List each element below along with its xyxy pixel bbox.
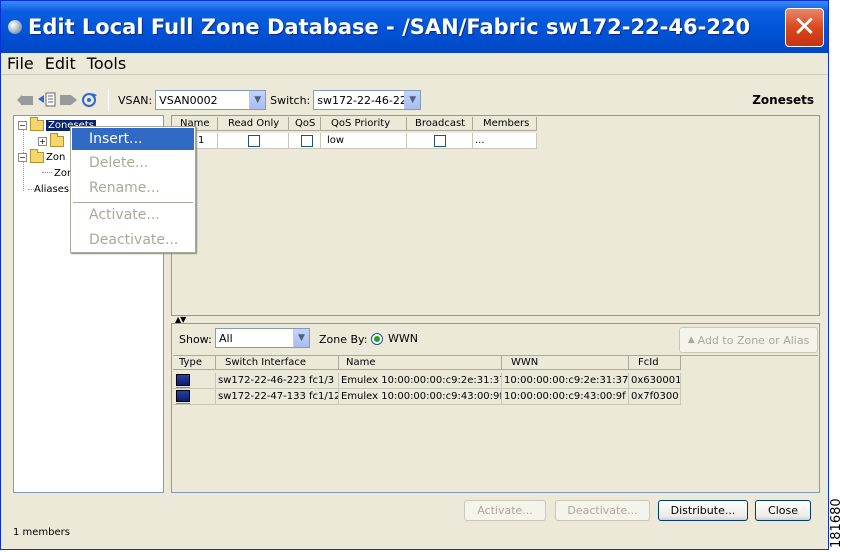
member-panel: Show: All ▼ Zone By: WWN ▲ Add to Zone o…	[171, 323, 820, 493]
cell-switch-interface[interactable]: sw172-22-47-133 fc1/12	[216, 389, 339, 405]
toolbar: VSAN: VSAN0002 ▼ Switch: sw172-22-46-220…	[1, 87, 828, 113]
tree-label-zones[interactable]: Zon	[46, 152, 65, 163]
folder-icon	[30, 148, 44, 163]
close-window-button[interactable]: ✕	[785, 8, 824, 47]
show-label: Show:	[179, 333, 212, 346]
refresh-icon[interactable]	[80, 92, 98, 108]
collapse-icon[interactable]: −	[18, 120, 27, 130]
window-title: Edit Local Full Zone Database - /SAN/Fab…	[28, 15, 751, 39]
vsan-select[interactable]: VSAN0002 ▼	[155, 90, 267, 110]
menu-separator	[73, 202, 193, 203]
back-icon[interactable]	[17, 92, 35, 108]
read-only-checkbox[interactable]	[248, 134, 260, 147]
show-select-value: All	[219, 331, 233, 345]
menu-tools[interactable]: Tools	[81, 54, 131, 73]
section-title: Zonesets	[752, 93, 814, 107]
cell-fcid[interactable]: 0x630001	[629, 373, 681, 389]
table-row[interactable]: sw172-22-47-133 fc1/12 Emulex 10:00:00:0…	[173, 389, 681, 405]
qos-checkbox[interactable]	[301, 134, 313, 147]
distribute-button[interactable]: Distribute...	[658, 500, 748, 521]
table-row[interactable]: sw172-22-46-223 fc1/3 Emulex 10:00:00:00…	[173, 373, 681, 389]
device-icon	[176, 390, 190, 404]
menu-edit[interactable]: Edit	[39, 54, 81, 73]
cell-name[interactable]: Emulex 10:00:00:00:c9:43:00:9f	[339, 389, 502, 405]
broadcast-checkbox[interactable]	[434, 134, 446, 147]
cell-wwn[interactable]: 10:00:00:00:c9:43:00:9f	[502, 389, 629, 405]
cell-read-only[interactable]	[218, 133, 289, 149]
cell-broadcast[interactable]	[407, 133, 473, 149]
device-icon	[176, 374, 190, 388]
member-table: Type Switch Interface Name WWN FcId sw17…	[173, 355, 818, 491]
vsan-select-value: VSAN0002	[159, 93, 218, 107]
folder-icon	[50, 132, 64, 147]
zone-by-label: Zone By:	[319, 333, 368, 346]
column-header-read-only[interactable]: Read Only	[218, 117, 289, 131]
menu-item-deactivate[interactable]: Deactivate...	[72, 229, 194, 251]
zoneset-table: Name Read Only QoS QoS Priority Broadcas…	[171, 115, 820, 316]
zone-by-wwn-label: WWN	[388, 332, 418, 345]
collapse-icon[interactable]: −	[18, 152, 27, 162]
deactivate-button[interactable]: Deactivate...	[555, 500, 650, 521]
column-header-members[interactable]: Members	[473, 117, 537, 131]
menu-item-rename[interactable]: Rename...	[72, 177, 194, 199]
vsan-label: VSAN:	[118, 93, 153, 107]
chevron-down-icon[interactable]: ▼	[404, 91, 421, 109]
cell-qos-priority[interactable]: low	[321, 133, 407, 149]
title-bar[interactable]: Edit Local Full Zone Database - /SAN/Fab…	[1, 1, 828, 53]
cell-fcid[interactable]: 0x7f0300	[629, 389, 681, 405]
chevron-down-icon[interactable]: ▼	[249, 91, 266, 109]
column-header-broadcast[interactable]: Broadcast	[407, 117, 473, 131]
switch-select[interactable]: sw172-22-46-220 ▼	[313, 90, 422, 110]
zoneset-table-header: Name Read Only QoS QoS Priority Broadcas…	[172, 117, 537, 131]
context-menu: Insert... Delete... Rename... Activate..…	[70, 126, 196, 253]
column-header-fcid[interactable]: FcId	[629, 356, 681, 370]
radio-selected-icon[interactable]	[371, 332, 383, 345]
zone-database-window: Edit Local Full Zone Database - /SAN/Fab…	[0, 0, 829, 550]
figure-number: 181680	[829, 498, 844, 548]
add-to-zone-button[interactable]: ▲ Add to Zone or Alias	[679, 327, 818, 353]
expand-icon[interactable]: +	[38, 136, 47, 146]
menu-item-insert[interactable]: Insert...	[72, 128, 194, 150]
column-header-wwn[interactable]: WWN	[502, 356, 629, 370]
status-text: 1 members	[13, 527, 70, 538]
zone-by-wwn-radio[interactable]: WWN	[371, 332, 418, 345]
column-header-name[interactable]: Name	[339, 356, 502, 370]
tree-node-zones[interactable]: − Zon	[18, 148, 65, 165]
menu-item-delete[interactable]: Delete...	[72, 152, 194, 174]
close-button[interactable]: Close	[755, 500, 811, 521]
forward-icon[interactable]	[59, 92, 77, 108]
cell-wwn[interactable]: 10:00:00:00:c9:2e:31:37	[502, 373, 629, 389]
cell-members[interactable]: ...	[473, 133, 537, 149]
cell-qos[interactable]	[289, 133, 321, 149]
tree-node-aliases[interactable]: Aliases	[34, 181, 69, 197]
switch-label: Switch:	[270, 93, 311, 107]
activate-button[interactable]: Activate...	[464, 500, 546, 521]
chevron-down-icon[interactable]: ▼	[293, 329, 309, 347]
cell-type[interactable]	[173, 373, 216, 389]
toolbar-separator	[108, 89, 109, 111]
triangle-up-icon: ▲	[687, 335, 695, 345]
switch-select-value: sw172-22-46-220	[317, 93, 405, 107]
menu-item-activate[interactable]: Activate...	[72, 204, 194, 226]
column-header-qos[interactable]: QoS	[289, 117, 321, 131]
column-header-switch-interface[interactable]: Switch Interface	[216, 356, 339, 370]
cell-type[interactable]	[173, 389, 216, 405]
column-header-type[interactable]: Type	[173, 356, 216, 370]
show-select[interactable]: All ▼	[215, 328, 310, 348]
add-to-zone-label: Add to Zone or Alias	[697, 333, 810, 347]
cell-switch-interface[interactable]: sw172-22-46-223 fc1/3	[216, 373, 339, 389]
app-icon	[8, 20, 22, 34]
menu-file[interactable]: File	[1, 54, 39, 73]
menu-bar: File Edit Tools	[1, 53, 828, 75]
table-row[interactable]: 1 low ...	[172, 133, 537, 149]
member-table-header: Type Switch Interface Name WWN FcId	[173, 356, 681, 370]
folder-icon	[30, 116, 44, 131]
tree-label-aliases[interactable]: Aliases	[34, 184, 69, 195]
insert-icon[interactable]	[38, 92, 56, 108]
cell-name[interactable]: Emulex 10:00:00:00:c9:2e:31:37	[339, 373, 502, 389]
tree-node-zoneset-child[interactable]: +	[38, 132, 66, 149]
column-header-qos-priority[interactable]: QoS Priority	[321, 117, 407, 131]
